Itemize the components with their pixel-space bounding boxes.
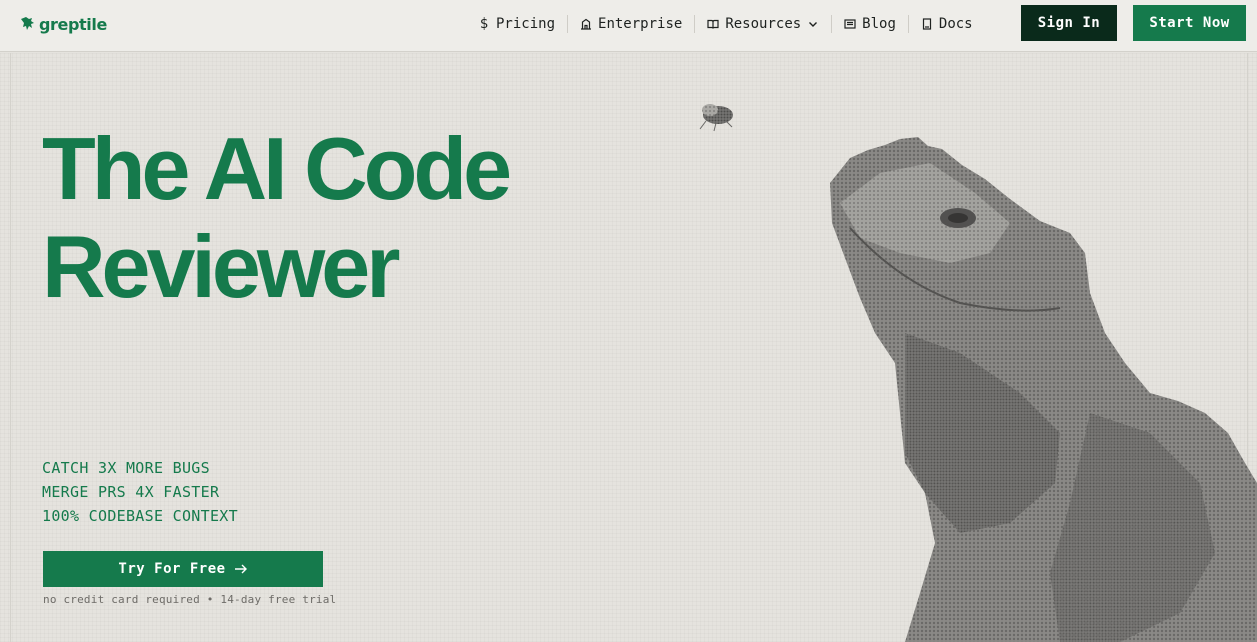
sign-in-button[interactable]: Sign In — [1021, 5, 1117, 41]
headline-line-2: Reviewer — [42, 217, 400, 316]
headline-line-1: The AI Code — [42, 119, 512, 218]
dollar-icon: $ — [479, 16, 489, 32]
feature-item: MERGE PRS 4X FASTER — [42, 483, 220, 501]
nav-item-label: Resources — [725, 16, 802, 32]
fly-icon — [699, 104, 733, 132]
nav-item-label: Docs — [938, 16, 973, 32]
nav-item-docs[interactable]: Docs — [909, 15, 985, 33]
try-for-free-button[interactable]: Try For Free — [43, 551, 323, 587]
nav-item-enterprise[interactable]: Enterprise — [568, 15, 694, 33]
building-icon — [580, 18, 592, 30]
nav-item-label: Enterprise — [598, 16, 683, 32]
chevron-down-icon — [807, 18, 819, 30]
hero-section: The AI Code Reviewer CATCH 3X MORE BUGS … — [0, 53, 1257, 642]
hero-headline: The AI Code Reviewer — [42, 119, 512, 316]
nav-item-label: Blog — [862, 16, 896, 32]
cta-label: Try For Free — [118, 561, 226, 577]
trial-note: no credit card required • 14-day free tr… — [43, 593, 337, 606]
brand-name: greptile — [39, 14, 107, 34]
nav-item-blog[interactable]: Blog — [832, 15, 908, 33]
arrow-right-icon — [234, 564, 247, 574]
newspaper-icon — [844, 18, 856, 30]
start-now-button[interactable]: Start Now — [1133, 5, 1246, 41]
feature-item: CATCH 3X MORE BUGS — [42, 459, 210, 477]
nav-item-resources[interactable]: Resources — [695, 15, 831, 33]
lizard-logo-icon — [21, 17, 34, 30]
feature-item: 100% CODEBASE CONTEXT — [42, 507, 238, 525]
document-icon — [921, 18, 933, 30]
greptile-logo[interactable]: greptile — [20, 12, 107, 36]
book-icon — [707, 18, 719, 30]
nav-links: $ Pricing Enterprise Resources Blog Docs — [466, 12, 985, 36]
feature-list: CATCH 3X MORE BUGS MERGE PRS 4X FASTER 1… — [42, 456, 238, 528]
nav-item-pricing[interactable]: $ Pricing — [466, 15, 567, 33]
nav-item-label: Pricing — [496, 16, 556, 32]
top-navigation-bar: greptile $ Pricing Enterprise Resources — [0, 0, 1257, 52]
